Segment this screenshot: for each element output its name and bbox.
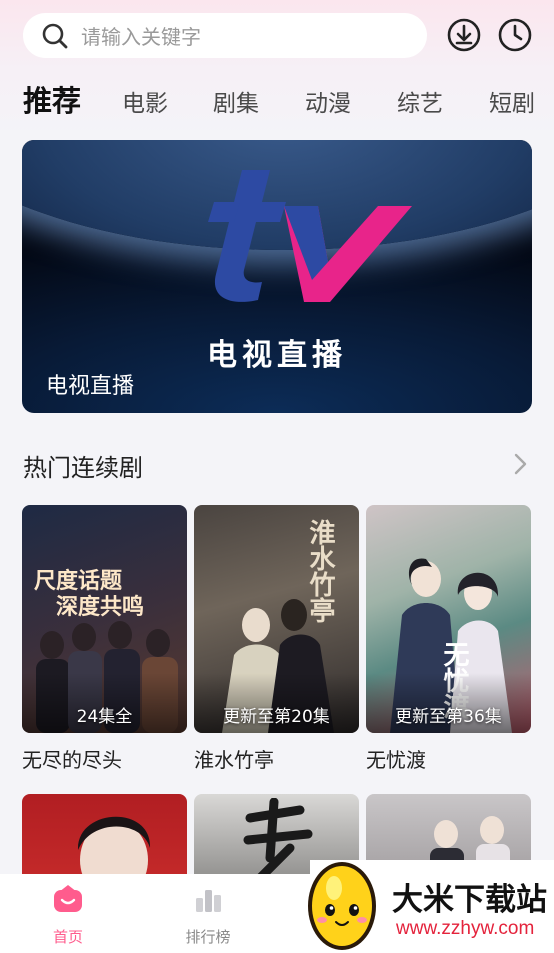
- home-icon: [53, 884, 83, 914]
- download-icon[interactable]: [446, 17, 482, 53]
- drama-card[interactable]: 尺度话题 深度共鸣 24集全: [22, 505, 187, 733]
- bar-chart-icon: [193, 884, 223, 914]
- category-tabs: 推荐 电影 剧集 动漫 综艺 短剧: [0, 76, 554, 122]
- tab-variety[interactable]: 综艺: [397, 84, 443, 118]
- live-tv-banner[interactable]: 电视直播 电视直播: [22, 140, 532, 413]
- top-bar: 请输入关键字: [0, 0, 554, 72]
- history-clock-icon[interactable]: [497, 17, 533, 53]
- egg-mascot-logo: [308, 862, 376, 950]
- watermark-url: www.zzhyw.com: [396, 918, 535, 939]
- nav-home-label: 首页: [52, 928, 83, 946]
- card-title[interactable]: 无忧渡: [366, 744, 426, 773]
- tab-series[interactable]: 剧集: [213, 84, 259, 118]
- episode-badge: 24集全: [76, 707, 133, 727]
- chevron-right-icon[interactable]: [508, 450, 532, 478]
- search-bar[interactable]: 请输入关键字: [23, 13, 427, 58]
- search-placeholder: 请输入关键字: [81, 25, 201, 49]
- drama-card[interactable]: 无忧渡 更新至第36集: [366, 505, 531, 733]
- nav-ranking[interactable]: 排行榜: [158, 884, 258, 947]
- tab-movies[interactable]: 电影: [122, 84, 168, 118]
- drama-card[interactable]: 淮水竹亭 更新至第20集: [194, 505, 359, 733]
- banner-caption: 电视直播: [46, 374, 135, 399]
- drama-card[interactable]: [22, 794, 187, 884]
- section-title: 热门连续剧: [23, 454, 143, 482]
- tab-short-drama[interactable]: 短剧: [489, 84, 535, 118]
- nav-ranking-label: 排行榜: [185, 928, 231, 946]
- poster-portrait-art: [77, 816, 151, 884]
- tab-recommend[interactable]: 推荐: [23, 78, 81, 120]
- watermark-title: 大米下载站: [392, 882, 547, 918]
- tab-anime[interactable]: 动漫: [305, 84, 351, 118]
- episode-badge: 更新至第20集: [223, 707, 330, 727]
- nav-home[interactable]: 首页: [18, 884, 118, 947]
- tv-logo: [208, 170, 412, 302]
- site-watermark: 大米下载站 www.zzhyw.com: [300, 852, 554, 953]
- card-title[interactable]: 淮水竹亭: [194, 744, 274, 773]
- search-icon: [41, 22, 69, 50]
- card-title[interactable]: 无尽的尽头: [22, 744, 122, 773]
- episode-badge: 更新至第36集: [395, 707, 502, 727]
